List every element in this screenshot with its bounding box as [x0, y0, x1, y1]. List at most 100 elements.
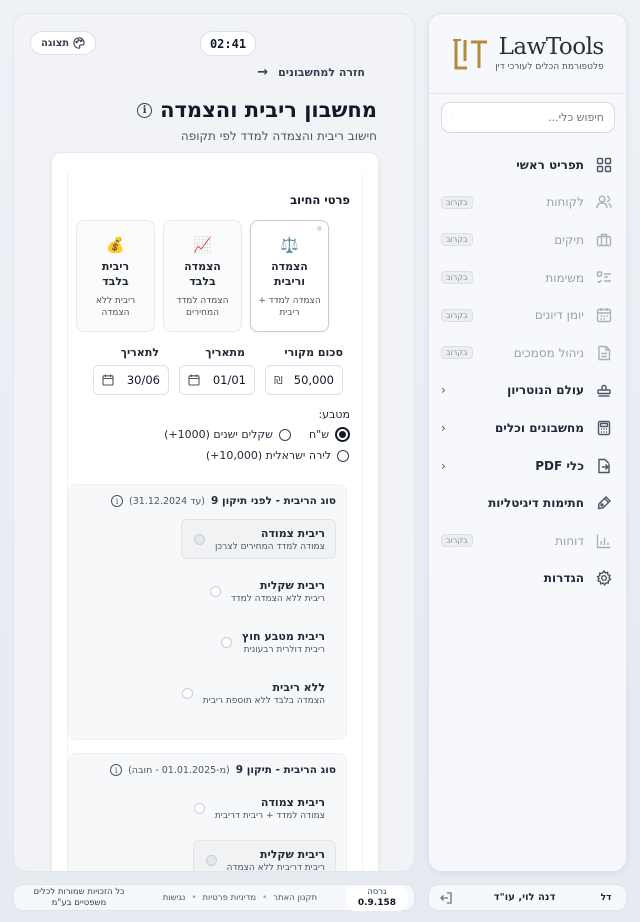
radio[interactable] — [181, 687, 193, 699]
logout-icon[interactable] — [439, 891, 453, 905]
coming-soon-badge: בקרוב — [441, 271, 473, 285]
calc-type-desc: הצמדה למדד + ריבית — [258, 296, 321, 318]
stamp-icon — [597, 385, 611, 398]
calc-type-indexation-and-interest[interactable]: ⚖️ הצמדה וריבית הצמדה למדד + ריבית — [250, 220, 329, 332]
interest-option-shekel[interactable]: ריבית שקלית ריבית דריבית ללא הצמדה — [192, 840, 336, 871]
radio[interactable] — [193, 802, 205, 814]
currency-option-israeli-lira[interactable]: לירה ישראלית (10,000+) — [206, 449, 349, 462]
from-date-label: מתאריך — [205, 346, 245, 359]
sidebar-item-settings[interactable]: הגדרות — [429, 560, 626, 598]
privacy-link[interactable]: מדיניות פרטיות — [202, 893, 256, 903]
sidebar-item-clients[interactable]: לקוחות בקרוב — [429, 184, 626, 222]
radio-checked[interactable] — [335, 427, 350, 442]
logo-icon — [453, 38, 488, 69]
currency-row-2: לירה ישראלית (10,000+) — [206, 449, 349, 462]
calc-type-interest-only[interactable]: 💰 ריבית בלבד ריבית ללא הצמדה — [76, 220, 155, 332]
calculator-icon — [597, 420, 611, 436]
tool-search-input[interactable] — [459, 111, 604, 124]
interest-option-linked[interactable]: ריבית צמודה צמודה למדד + ריבית דריבית — [181, 788, 336, 828]
calendar-icon[interactable] — [188, 374, 200, 386]
coming-soon-badge: בקרוב — [441, 534, 473, 548]
calc-type-desc: הצמדה למדד המחירים — [176, 296, 229, 318]
currency-option-ils[interactable]: ש"ח — [309, 427, 350, 442]
to-date-label: לתאריך — [120, 346, 159, 359]
interest-option-foreign-currency[interactable]: ריבית מטבע חוץ ריבית דולרית רבעונית — [208, 622, 336, 662]
interest-option-none[interactable]: ללא ריבית הצמדה בלבד ללא תוספת ריבית — [169, 673, 336, 713]
version-label: גרסה — [367, 886, 387, 897]
version-number: 0.9.158 — [357, 897, 396, 908]
interest-option-linked[interactable]: ריבית צמודה צמודה למדד המחירים לצרכן — [180, 519, 336, 559]
document-icon — [598, 345, 611, 360]
avatar[interactable]: דל — [596, 893, 616, 903]
info-icon[interactable]: i — [110, 764, 123, 776]
from-date-field[interactable]: 01/01 — [179, 365, 255, 395]
accessibility-link[interactable]: נגישות — [163, 893, 186, 903]
sidebar-item-pdf-tools[interactable]: כלי PDF ‹ — [429, 447, 626, 485]
radio[interactable] — [205, 854, 217, 866]
sidebar-item-calculators[interactable]: מחשבונים וכלים ‹ — [429, 409, 626, 447]
section-title: פרטי החיוב — [290, 193, 350, 207]
interest-box-title: סוג הריבית - לפני תיקון 9 (עד 31.12.2024… — [111, 495, 336, 507]
info-icon[interactable]: i — [111, 495, 124, 507]
radio[interactable] — [220, 636, 232, 648]
users-icon — [596, 195, 612, 209]
tool-search — [441, 102, 615, 133]
interest-option-title: ריבית צמודה — [260, 795, 325, 809]
interest-option-shekel[interactable]: ריבית שקלית ריבית ללא הצמדה למדד — [197, 571, 336, 611]
footer-bar: גרסה 0.9.158 תקנון האתר • מדיניות פרטיות… — [13, 884, 415, 911]
terms-link[interactable]: תקנון האתר — [273, 893, 317, 903]
sidebar-item-reports[interactable]: דוחות בקרוב — [429, 522, 626, 560]
sidebar-item-document-management[interactable]: ניהול מסמכים בקרוב — [429, 334, 626, 372]
separator-dot: • — [191, 892, 197, 903]
calendar-icon[interactable] — [102, 374, 114, 386]
radio[interactable] — [337, 449, 349, 462]
selected-dot — [317, 226, 322, 231]
currency-label: מטבע: — [318, 408, 350, 421]
amount-field[interactable]: 50,000 ₪ — [265, 365, 343, 395]
chevron-left-icon: ‹ — [441, 383, 446, 398]
session-timer: 02:41 — [200, 31, 256, 56]
briefcase-icon — [596, 233, 612, 247]
sidebar-nav: תפריט ראשי לקוחות בקרוב תיקים בקרוב משימ… — [429, 146, 626, 597]
radio[interactable] — [193, 533, 205, 545]
sidebar-item-label: כלי PDF — [535, 458, 584, 473]
sidebar-item-label: מחשבונים וכלים — [494, 420, 584, 435]
sidebar-item-main-menu[interactable]: תפריט ראשי — [429, 146, 626, 184]
logo[interactable]: LawTools פלטפורמת הכלים לעורכי דין — [429, 14, 626, 94]
currency-option-old-shekels[interactable]: שקלים ישנים (1000+) — [164, 428, 291, 441]
calc-type-selector: ⚖️ הצמדה וריבית הצמדה למדד + ריבית 📈 הצמ… — [76, 220, 329, 332]
scales-icon: ⚖️ — [280, 236, 299, 254]
sidebar-item-hearings-calendar[interactable]: יומן דיונים בקרוב — [429, 296, 626, 334]
radio[interactable] — [278, 428, 291, 441]
user-bar: דל דנה לוי, עו"ד — [428, 884, 627, 911]
calculator-form-card: פרטי החיוב ⚖️ הצמדה וריבית הצמדה למדד + … — [51, 152, 379, 871]
field-labels: סכום מקורי מתאריך לתאריך — [76, 346, 343, 359]
sidebar-item-cases[interactable]: תיקים בקרוב — [429, 221, 626, 259]
back-to-calculators-link[interactable]: חזרה למחשבונים → — [257, 65, 365, 80]
interest-box-title: סוג הריבית - תיקון 9 (מ-01.01.2025 - חוב… — [110, 764, 336, 776]
sidebar-item-notary-world[interactable]: עולם הנוטריון ‹ — [429, 372, 626, 410]
sidebar-item-tasks[interactable]: משימות בקרוב — [429, 259, 626, 297]
page-title-text: מחשבון ריבית והצמדה — [160, 98, 377, 122]
coming-soon-badge: בקרוב — [441, 195, 473, 209]
interest-option-desc: הצמדה בלבד ללא תוספת ריבית — [202, 695, 325, 706]
radio[interactable] — [209, 585, 221, 597]
view-toggle-label: תצוגה — [41, 37, 70, 49]
signature-icon — [597, 496, 611, 510]
pdf-export-icon — [598, 458, 610, 473]
money-bag-icon: 💰 — [106, 236, 125, 254]
chevron-left-icon: ‹ — [441, 458, 446, 473]
to-date-field[interactable]: 30/06 — [93, 365, 169, 395]
shekel-symbol: ₪ — [274, 373, 283, 387]
amount-label: סכום מקורי — [284, 346, 343, 359]
grid-icon — [596, 157, 612, 172]
view-toggle-button[interactable]: תצוגה — [30, 31, 97, 55]
interest-option-desc: ריבית דולרית רבעונית — [243, 644, 325, 655]
interest-type-amendment-9: סוג הריבית - תיקון 9 (מ-01.01.2025 - חוב… — [68, 753, 347, 871]
bar-chart-icon — [596, 534, 611, 548]
interest-option-desc: צמודה למדד המחירים לצרכן — [214, 541, 325, 552]
interest-option-desc: ריבית ללא הצמדה למדד — [230, 593, 325, 604]
sidebar-item-digital-signatures[interactable]: חתימות דיגיטליות — [429, 484, 626, 522]
calc-type-indexation-only[interactable]: 📈 הצמדה בלבד הצמדה למדד המחירים — [163, 220, 242, 332]
info-icon[interactable]: i — [137, 102, 153, 118]
